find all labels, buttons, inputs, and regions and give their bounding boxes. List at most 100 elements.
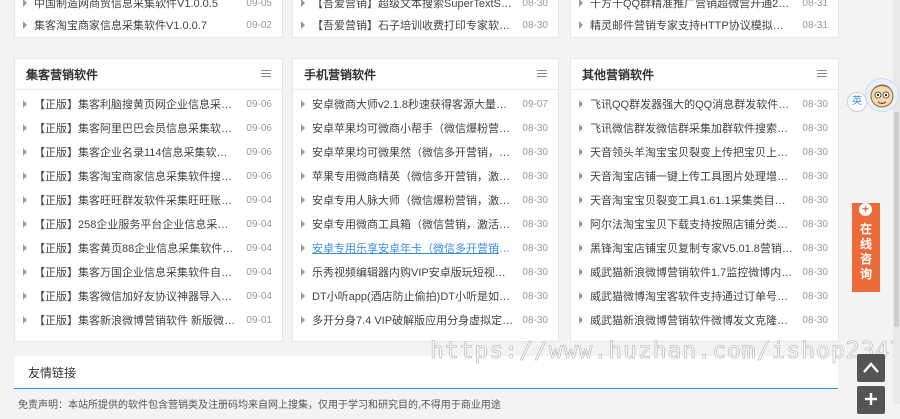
list-item[interactable]: 安卓微商大师v2.1.8秒速获得客源大量群客源... 09-07 [301,92,548,116]
bullet-icon [579,21,583,29]
online-service-button[interactable]: 在 线 咨 询 [852,203,880,292]
item-title[interactable]: 多开分身7.4 VIP破解版应用分身虚拟定位机... [312,312,522,328]
item-title[interactable]: DT小听app(酒店防止偷拍)DT小听是如何检测... [312,288,522,304]
item-title[interactable]: 安卓微商大师v2.1.8秒速获得客源大量群客源... [312,96,522,112]
list-item[interactable]: 乐秀视频编辑器内购VIP安卓版玩短视频编辑... 08-30 [301,260,548,284]
list-item[interactable]: 天音淘宝店铺一键上传工具图片处理增加流过... 08-30 [579,164,828,188]
item-title[interactable]: 【正版】集客新浪微博营销软件 新版微博批... [34,312,246,328]
list-item[interactable]: 黑锋淘宝店铺宝贝复制专家V5.01.8营销版 整... 08-30 [579,236,828,260]
watermark: https://www.huzhan.com/ishop2347 [430,338,900,365]
card-title: 集客营销软件 [26,67,99,82]
item-date: 08-30 [802,122,828,134]
bullet-icon [301,148,305,156]
list-item[interactable]: 安卓专用人脉大师（微信爆粉营销，激活码找... 08-30 [301,188,548,212]
item-title[interactable]: 【正版】集客万国企业信息采集软件自动采集... [34,264,246,280]
item-title[interactable]: 飞讯微信群发微信群采集加群软件搜索二维... [590,120,802,136]
list-item[interactable]: 【正版】集客利脑搜黄页网企业信息采集软件... 09-06 [23,92,272,116]
item-date: 08-31 [802,19,828,31]
item-title[interactable]: 【正版】258企业服务平台企业信息采集软件... [34,216,246,232]
list-item[interactable]: 飞讯QQ群发器强大的QQ消息群发软件V19.0营...08-30 [579,92,828,116]
list-item[interactable]: 苹果专用微商精英（微信多开营销，激活码找... 08-30 [301,164,548,188]
list-item[interactable]: 【正版】集客旺旺群发软件采集旺旺账号模拟... 09-04 [23,188,272,212]
item-date: 09-07 [522,98,548,110]
avatar[interactable] [865,78,899,112]
item-title[interactable]: 精灵邮件营销专家支持HTTP协议模拟发送V36... [590,17,802,33]
menu-icon[interactable] [261,70,271,78]
item-title[interactable]: 【正版】集客旺旺群发软件采集旺旺账号模拟... [34,192,246,208]
list-item[interactable]: 威武猫新浪微博营销软件1.7监控微博内容采... 08-30 [579,260,828,284]
item-date: 08-30 [802,98,828,110]
item-title[interactable]: 苹果专用微商精英（微信多开营销，激活码找... [312,168,522,184]
list-item[interactable]: 精灵邮件营销专家支持HTTP协议模拟发送V36... 08-31 [579,13,828,37]
item-title[interactable]: 【正版】集客阿里巴巴会员信息采集软件(中... [34,120,246,136]
bullet-icon [579,196,583,204]
item-date: 09-06 [246,98,272,110]
menu-icon[interactable] [817,70,827,78]
item-title[interactable]: 安卓专用微商工具箱（微信营销，激活码找客... [312,216,522,232]
item-title[interactable]: 【正版】集客淘宝商家信息采集软件搜集淘宝... [34,168,246,184]
item-title[interactable]: 安卓苹果均可微商小帮手（微信爆粉营销，激... [312,120,522,136]
item-title[interactable]: 【正版】集客黄页88企业信息采集软件全自动... [34,240,246,256]
item-date: 09-01 [246,314,272,326]
list-item[interactable]: 【吾爱营销】石子培训收费打印专家软件销售小...08-30 [301,13,548,37]
item-title[interactable]: 千方千QQ群精准推广营销超微营开通2019自动批量... [590,0,802,11]
menu-icon[interactable] [537,70,547,78]
bullet-icon [23,316,27,324]
item-title[interactable]: 中国制造网商贸信息采集软件V1.0.0.5 [34,0,246,11]
plus-icon [865,393,877,405]
expand-button[interactable] [857,386,885,414]
item-title[interactable]: 威武猫新浪微博营销软件1.7监控微博内容采... [590,264,802,280]
list-item[interactable]: 安卓苹果均可微商小帮手（微信爆粉营销，激... 08-30 [301,116,548,140]
item-title[interactable]: 乐秀视频编辑器内购VIP安卓版玩短视频编辑... [312,264,522,280]
list-item[interactable]: 威武猫新浪微博营销软件微博发文克隆发评论... 08-30 [579,308,828,332]
list-item[interactable]: 【正版】集客万国企业信息采集软件自动采集... 09-04 [23,260,272,284]
list-item[interactable]: 【正版】集客黄页88企业信息采集软件全自动... 09-04 [23,236,272,260]
list-item[interactable]: 多开分身7.4 VIP破解版应用分身虚拟定位机... 08-30 [301,308,548,332]
list-item[interactable]: 天音领头羊淘宝宝贝裂变上传把宝贝上传到淘... 08-30 [579,140,828,164]
item-title[interactable]: 【吾爱营销】超级文本搜索SuperTextSearch3... [312,0,522,11]
item-title[interactable]: 威武猫新浪微博营销软件微博发文克隆发评论... [590,312,802,328]
item-title[interactable]: 威武猫微博淘宝客软件支持通过订单号查找订... [590,288,802,304]
item-title[interactable]: 【吾爱营销】石子培训收费打印专家软件销售小... [312,17,522,33]
item-title[interactable]: 集客淘宝商家信息采集软件V1.0.0.7 [34,17,246,33]
list-item[interactable]: 安卓专用微商工具箱（微信营销，激活码找客... 08-30 [301,212,548,236]
list-item[interactable]: 【正版】集客淘宝商家信息采集软件搜集淘宝... 09-06 [23,164,272,188]
item-title[interactable]: 安卓专用乐享安卓年卡（微信多开营销，激活... [312,240,522,256]
list-item[interactable]: 【正版】258企业服务平台企业信息采集软件... 09-04 [23,212,272,236]
language-badge[interactable]: 英 [847,92,867,112]
back-to-top-button[interactable] [857,354,885,382]
list-item[interactable]: 威武猫微博淘宝客软件支持通过订单号查找订... 08-30 [579,284,828,308]
item-title[interactable]: 天音淘宝宝贝裂变工具1.61.1采集类目下热门... [590,192,802,208]
item-title[interactable]: 【正版】集客利脑搜黄页网企业信息采集软件... [34,96,246,112]
list-item[interactable]: 天音淘宝宝贝裂变工具1.61.1采集类目下热门... 08-30 [579,188,828,212]
bullet-icon [23,124,27,132]
top-card-3: 千方千QQ群精准推广营销超微营开通2019自动批量...08-31 精灵邮件营销… [570,0,839,38]
item-title[interactable]: 安卓苹果均可微果然（微信多开营销，激活码... [312,144,522,160]
online-service-char: 咨 [859,252,872,266]
list-item[interactable]: DT小听app(酒店防止偷拍)DT小听是如何检测... 08-30 [301,284,548,308]
list-item[interactable]: 【正版】集客企业名录114信息采集软件自动... 09-06 [23,140,272,164]
bullet-icon [579,148,583,156]
scrollbar-thumb[interactable] [894,112,899,327]
item-title[interactable]: 天音淘宝店铺一键上传工具图片处理增加流过... [590,168,802,184]
list-item[interactable]: 【正版】集客微信加好友协议神器导入手机号... 09-04 [23,284,272,308]
item-title[interactable]: 【正版】集客微信加好友协议神器导入手机号... [34,288,246,304]
list-item[interactable]: 【正版】集客阿里巴巴会员信息采集软件(中... 09-06 [23,116,272,140]
item-title[interactable]: 天音领头羊淘宝宝贝裂变上传把宝贝上传到淘... [590,144,802,160]
list-item[interactable]: 【正版】集客新浪微博营销软件 新版微博批... 09-01 [23,308,272,332]
list-item[interactable]: 集客淘宝商家信息采集软件V1.0.0.7 09-02 [23,13,272,37]
card-jike: 集客营销软件 【正版】集客利脑搜黄页网企业信息采集软件... 09-06 【正版】… [14,58,283,342]
bullet-icon [579,100,583,108]
item-title[interactable]: 阿尔法淘宝宝贝下载支持按照店铺分类获取宝... [590,216,802,232]
list-item[interactable]: 阿尔法淘宝宝贝下载支持按照店铺分类获取宝... 08-30 [579,212,828,236]
item-title[interactable]: 飞讯QQ群发器强大的QQ消息群发软件V19.0营... [590,96,802,112]
list-item-link[interactable]: 安卓专用乐享安卓年卡（微信多开营销，激活... 08-30 [301,236,548,260]
item-title[interactable]: 安卓专用人脉大师（微信爆粉营销，激活码找... [312,192,522,208]
list-item[interactable]: 安卓苹果均可微果然（微信多开营销，激活码... 08-30 [301,140,548,164]
item-title[interactable]: 【正版】集客企业名录114信息采集软件自动... [34,144,246,160]
bullet-icon [579,172,583,180]
card-header: 手机营销软件 [293,59,558,90]
list-item[interactable]: 飞讯微信群发微信群采集加群软件搜索二维... 08-30 [579,116,828,140]
item-title[interactable]: 黑锋淘宝店铺宝贝复制专家V5.01.8营销版 整... [590,240,802,256]
item-date: 08-30 [802,146,828,158]
